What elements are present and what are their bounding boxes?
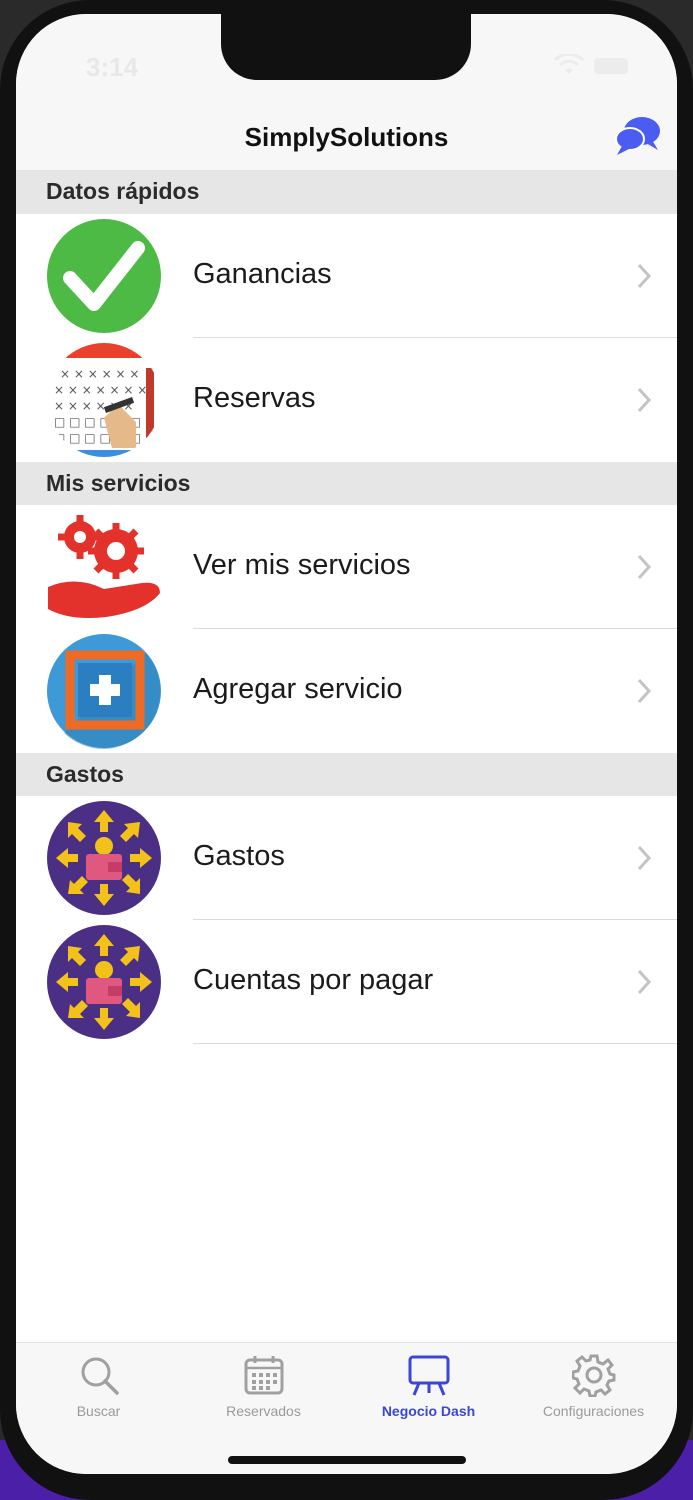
tab-bar: Buscar Reservados Negocio Dash Configura…	[16, 1342, 677, 1474]
gears-hand-icon	[48, 515, 160, 618]
notch	[221, 14, 471, 80]
battery-icon	[594, 58, 628, 74]
list-item-agregar-servicio[interactable]: Agregar servicio	[16, 629, 677, 753]
chevron-right-icon	[637, 554, 652, 580]
wifi-icon	[554, 54, 584, 74]
chevron-right-icon	[637, 969, 652, 995]
list-item-label: Ver mis servicios	[193, 549, 411, 581]
chevron-right-icon	[637, 263, 652, 289]
tab-configuraciones[interactable]: Configuraciones	[511, 1353, 676, 1433]
status-time: 3:14	[86, 52, 139, 82]
section-header-gastos: Gastos	[16, 753, 677, 797]
list-item-label: Reservas	[193, 382, 316, 414]
list-item-ver-mis-servicios[interactable]: Ver mis servicios	[16, 505, 677, 629]
svg-text:× × × × × × ×: × × × × × × ×	[54, 383, 147, 397]
phone-frame: 3:14 SimplySolutions Datos rápidos Ganan…	[0, 0, 693, 1500]
tab-buscar[interactable]: Buscar	[16, 1353, 181, 1433]
list-item-label: Agregar servicio	[193, 673, 403, 705]
list-item-label: Ganancias	[193, 258, 332, 290]
tab-label: Buscar	[76, 1403, 121, 1419]
section-header-datos-rapidos: Datos rápidos	[16, 170, 677, 214]
list-item-label: Cuentas por pagar	[193, 964, 434, 996]
calendar-icon	[244, 1356, 283, 1395]
search-icon	[81, 1357, 119, 1395]
wallet-icon	[47, 801, 161, 915]
chevron-right-icon	[637, 387, 652, 413]
navigation-bar: SimplySolutions	[16, 114, 677, 170]
svg-text:× × × × × ×: × × × × × ×	[60, 367, 139, 381]
chat-icon[interactable]	[614, 114, 662, 158]
screen: 3:14 SimplySolutions Datos rápidos Ganan…	[16, 14, 677, 1474]
tab-reservados[interactable]: Reservados	[181, 1353, 346, 1433]
chevron-right-icon	[637, 678, 652, 704]
list-item-reservas[interactable]: × × × × × × × × × × × × × × × × × × × □ …	[16, 338, 677, 462]
calendar-icon: × × × × × × × × × × × × × × × × × × × □ …	[47, 343, 161, 457]
page-title: SimplySolutions	[244, 122, 449, 152]
section-title: Mis servicios	[46, 470, 191, 496]
home-indicator	[228, 1456, 466, 1464]
gear-icon	[571, 1354, 615, 1397]
section-header-mis-servicios: Mis servicios	[16, 462, 677, 506]
tab-label: Negocio Dash	[381, 1403, 476, 1419]
wallet-icon	[47, 925, 161, 1039]
section-title: Datos rápidos	[46, 178, 200, 204]
chevron-right-icon	[637, 845, 652, 871]
tab-label: Reservados	[226, 1403, 301, 1419]
easel-icon	[408, 1355, 449, 1396]
section-title: Gastos	[46, 761, 124, 787]
row-separator	[193, 1043, 677, 1044]
list-item-label: Gastos	[193, 840, 285, 872]
list-item-cuentas-por-pagar[interactable]: Cuentas por pagar	[16, 920, 677, 1044]
list-item-ganancias[interactable]: Ganancias	[16, 214, 677, 338]
tab-negocio-dash[interactable]: Negocio Dash	[346, 1353, 511, 1433]
checkmark-icon	[47, 219, 161, 333]
add-service-icon	[47, 634, 161, 749]
tab-label: Configuraciones	[542, 1403, 645, 1419]
status-bar: 3:14	[16, 14, 677, 114]
list-item-gastos[interactable]: Gastos	[16, 796, 677, 920]
